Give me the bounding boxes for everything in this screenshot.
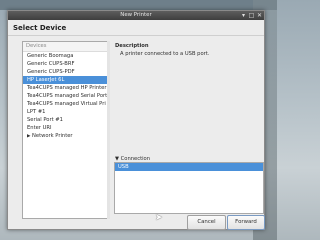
maximize-icon[interactable]: □ [248,12,255,19]
device-item[interactable]: Tea4CUPS managed Serial Port [23,92,107,100]
device-item[interactable]: Generic CUPS-BRF [23,60,107,68]
device-item-label: Serial Port #1 [27,117,63,123]
page-heading: Select Device [13,24,67,32]
description-text: A printer connected to a USB port. [120,51,210,57]
desktop-top-bar [0,0,277,10]
device-item[interactable]: HP LaserJet 6L [23,76,107,84]
device-item[interactable]: Generic Boomaga [23,52,107,60]
description-title: Description [115,43,149,49]
mouse-cursor-icon: ➤ [155,213,163,223]
new-printer-dialog: New Printer ▾ □ ✕ Select Device Devices … [7,10,265,230]
device-item-label: Generic Boomaga [27,53,74,59]
device-item[interactable]: Tea4CUPS managed Virtual Pri [23,100,107,108]
header-divider [8,35,264,36]
device-item-label: HP LaserJet 6L [27,77,65,83]
device-item[interactable]: Generic CUPS-PDF [23,68,107,76]
device-list-scrollbar[interactable] [107,41,110,219]
device-list-header: Devices [23,42,107,52]
close-icon[interactable]: ✕ [256,12,263,19]
device-item-label: Generic CUPS-BRF [27,61,75,67]
device-item[interactable]: ▶ Network Printer [23,132,107,140]
connection-item-usb[interactable]: USB [115,163,263,171]
device-item[interactable]: Serial Port #1 [23,116,107,124]
device-item-label: Network Printer [32,133,73,139]
device-item-label: Tea4CUPS managed Virtual Pri [27,101,106,107]
device-item-label: Generic CUPS-PDF [27,69,75,75]
device-list[interactable]: Devices Generic Boomaga Generic CUPS-BRF G… [22,41,108,219]
device-item[interactable]: Tea4CUPS managed HP Printer [23,84,107,92]
device-item-label: Enter URI [27,125,52,131]
device-item-label: Tea4CUPS managed Serial Port [27,93,107,99]
window-title: New Printer [120,12,152,18]
title-bar[interactable]: New Printer ▾ □ ✕ [8,11,264,20]
device-item-label: LPT #1 [27,109,46,115]
minimize-icon[interactable]: ▾ [240,12,247,19]
device-item[interactable]: LPT #1 [23,108,107,116]
connection-list[interactable]: USB [114,162,264,214]
cancel-button[interactable]: Cancel [187,215,226,230]
forward-button[interactable]: Forward [227,215,265,230]
device-item[interactable]: Enter URI [23,124,107,132]
device-item-label: Tea4CUPS managed HP Printer [27,85,107,91]
